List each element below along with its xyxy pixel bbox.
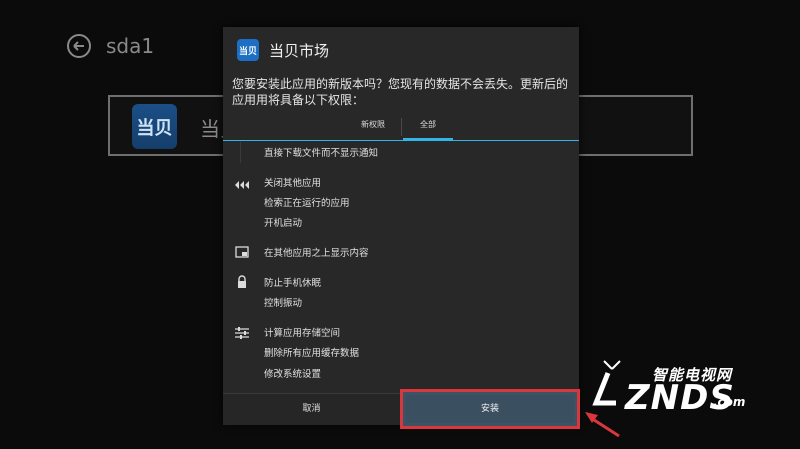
permission-item: 关闭其他应用 (264, 178, 322, 189)
permission-tabs: 新权限 全部 (223, 114, 579, 141)
install-dialog: 当贝 当贝市场 您要安装此应用的新版本吗？您现有的数据不会丢失。更新后的应用用将… (223, 27, 579, 425)
watermark-suffix: .com (713, 395, 746, 409)
tab-all-permissions[interactable]: 全部 (403, 114, 453, 141)
header-bar: sda1 (66, 33, 154, 59)
dialog-title: 当贝市场 (269, 41, 330, 60)
dialog-message: 您要安装此应用的新版本吗？您现有的数据不会丢失。更新后的应用用将具备以下权限： (232, 77, 569, 107)
permission-item: 控制振动 (264, 298, 303, 309)
tab-divider (401, 118, 402, 136)
cancel-button[interactable]: 取消 (223, 394, 400, 425)
path-label: sda1 (106, 34, 155, 58)
app-icon: 当贝 (132, 104, 177, 149)
dialog-title-row: 当贝 当贝市场 (237, 39, 329, 61)
install-button-label: 安装 (480, 404, 499, 414)
close-apps-icon (235, 181, 249, 189)
permission-item: 修改系统设置 (264, 369, 322, 380)
permission-item: 检索正在运行的应用 (264, 198, 350, 209)
permission-item: 防止手机休眠 (264, 278, 322, 289)
settings-sliders-icon (235, 327, 249, 339)
group-divider (240, 142, 241, 163)
tab-new-permissions[interactable]: 新权限 (347, 114, 399, 140)
overlay-window-icon (235, 246, 249, 258)
permission-item: 在其他应用之上显示内容 (264, 248, 369, 259)
permission-item: 计算应用存储空间 (264, 328, 341, 339)
install-button[interactable]: 安装 (400, 389, 580, 429)
permission-item: 直接下载文件而不显示通知 (264, 148, 379, 159)
permission-item: 删除所有应用缓存数据 (264, 348, 360, 359)
app-icon: 当贝 (237, 39, 259, 61)
permission-item: 开机启动 (264, 218, 303, 229)
back-icon[interactable] (66, 33, 92, 59)
permission-list[interactable]: 直接下载文件而不显示通知 关闭其他应用 检索正在运行的应用 开机启动 在其他应用… (223, 142, 579, 392)
lock-icon (238, 275, 246, 288)
